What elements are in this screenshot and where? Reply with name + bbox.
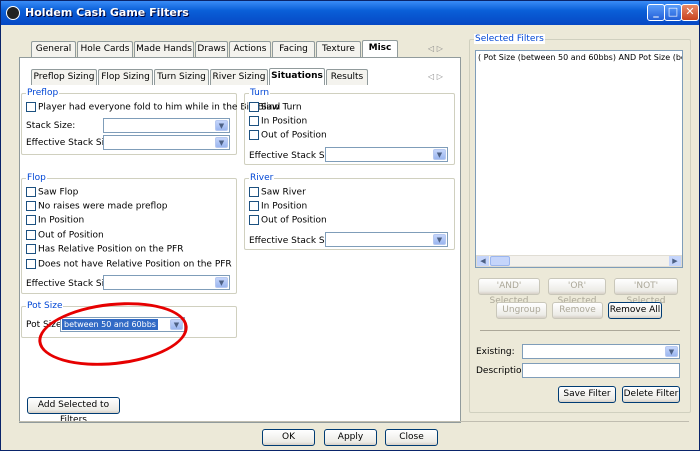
flop-eff-stack-select[interactable]: ▼ (103, 275, 230, 290)
tab-flop-sizing[interactable]: Flop Sizing (98, 69, 153, 85)
preflop-eff-stack-select[interactable]: ▼ (103, 135, 230, 150)
apply-button[interactable]: Apply (324, 429, 377, 446)
ungroup-button[interactable]: Ungroup (496, 302, 547, 319)
chevron-down-icon: ▼ (215, 137, 228, 148)
top-tab-scroll-arrows[interactable]: ◁ ▷ (428, 44, 443, 53)
tab-hole-cards[interactable]: Hole Cards (77, 41, 133, 57)
scroll-right-icon[interactable]: ▶ (669, 256, 681, 266)
selected-filters-list[interactable]: ( Pot Size (between 50 and 60bbs) AND Po… (475, 50, 683, 268)
turn-group: Turn Saw Turn In Position Out of Positio… (244, 88, 455, 165)
chevron-down-icon: ▼ (215, 120, 228, 131)
existing-label: Existing: (476, 347, 515, 357)
stack-size-label: Stack Size: (26, 121, 76, 131)
chevron-down-icon: ▼ (433, 149, 446, 160)
top-tab-strip: General Hole Cards Made Hands Draws Acti… (31, 40, 471, 57)
river-group: River Saw River In Position Out of Posit… (244, 173, 455, 250)
not-selected-button[interactable]: 'NOT' Selected (614, 278, 678, 306)
delete-filter-button[interactable]: Delete Filter (622, 386, 680, 403)
preflop-title: Preflop (26, 88, 60, 98)
pot-size-title: Pot Size (26, 301, 64, 311)
maximize-button[interactable]: □ (664, 4, 682, 21)
checkbox-everyone-fold-bb[interactable]: Player had everyone fold to him while in… (26, 102, 280, 114)
tab-preflop-sizing[interactable]: Preflop Sizing (31, 69, 97, 85)
tab-turn-sizing[interactable]: Turn Sizing (154, 69, 209, 85)
remove-all-button[interactable]: Remove All (608, 302, 662, 319)
tab-river-sizing[interactable]: River Sizing (210, 69, 268, 85)
chevron-down-icon: ▼ (433, 234, 446, 245)
close-button[interactable]: Close (385, 429, 438, 446)
tab-facing[interactable]: Facing (272, 41, 315, 57)
add-selected-to-filters-button[interactable]: Add Selected to Filters (27, 397, 120, 425)
sub-tab-strip: Preflop Sizing Flop Sizing Turn Sizing R… (31, 68, 451, 85)
checkbox-river-in-position[interactable]: In Position (249, 201, 307, 213)
tab-texture[interactable]: Texture (316, 41, 361, 57)
turn-eff-stack-select[interactable]: ▼ (325, 147, 448, 162)
selected-filter-item[interactable]: ( Pot Size (between 50 and 60bbs) AND Po… (478, 53, 682, 62)
chevron-down-icon: ▼ (215, 277, 228, 288)
checkbox-no-raises-preflop[interactable]: No raises were made preflop (26, 201, 167, 213)
close-icon: ✕ (685, 5, 695, 18)
checkbox-turn-out-of-position[interactable]: Out of Position (249, 130, 327, 142)
tab-made-hands[interactable]: Made Hands (134, 41, 194, 57)
scroll-thumb[interactable] (490, 256, 510, 266)
tab-actions[interactable]: Actions (229, 41, 271, 57)
and-selected-button[interactable]: 'AND' Selected (478, 278, 540, 306)
checkbox-flop-out-of-position[interactable]: Out of Position (26, 230, 104, 242)
tab-draws[interactable]: Draws (195, 41, 228, 57)
tab-results[interactable]: Results (326, 69, 368, 85)
sub-tab-scroll-arrows[interactable]: ◁ ▷ (428, 72, 443, 81)
save-filter-button[interactable]: Save Filter (558, 386, 616, 403)
checkbox-saw-river[interactable]: Saw River (249, 187, 306, 199)
existing-filter-select[interactable]: ▼ (522, 344, 680, 359)
footer-divider (19, 421, 689, 422)
river-eff-stack-select[interactable]: ▼ (325, 232, 448, 247)
minimize-button[interactable]: _ (647, 4, 665, 21)
horizontal-scrollbar[interactable]: ◀ ▶ (476, 255, 682, 267)
checkbox-saw-flop[interactable]: Saw Flop (26, 187, 78, 199)
checkbox-saw-turn[interactable]: Saw Turn (249, 102, 302, 114)
window-title: Holdem Cash Game Filters (25, 6, 189, 19)
remove-button[interactable]: Remove (552, 302, 603, 319)
preflop-group: Preflop Player had everyone fold to him … (21, 88, 280, 155)
minimize-icon: _ (653, 5, 659, 18)
turn-title: Turn (249, 88, 271, 98)
app-icon (6, 6, 20, 20)
or-selected-button[interactable]: 'OR' Selected (548, 278, 606, 306)
close-window-button[interactable]: ✕ (681, 4, 699, 21)
tab-misc[interactable]: Misc (362, 40, 398, 57)
river-title: River (249, 173, 275, 183)
chevron-down-icon: ▼ (665, 346, 678, 357)
selected-filters-title: Selected Filters (474, 34, 545, 44)
checkbox-flop-in-position[interactable]: In Position (26, 215, 84, 227)
title-bar[interactable]: Holdem Cash Game Filters _ □ ✕ (1, 1, 699, 25)
checkbox-no-relative-position[interactable]: Does not have Relative Position on the P… (26, 259, 232, 271)
flop-group: Flop Saw Flop No raises were made preflo… (21, 173, 237, 294)
flop-title: Flop (26, 173, 47, 183)
description-input[interactable] (522, 363, 680, 378)
ok-button[interactable]: OK (262, 429, 315, 446)
filters-window: Holdem Cash Game Filters _ □ ✕ General H… (0, 0, 700, 451)
checkbox-turn-in-position[interactable]: In Position (249, 116, 307, 128)
checkbox-river-out-of-position[interactable]: Out of Position (249, 215, 327, 227)
maximize-icon: □ (667, 5, 679, 18)
scroll-left-icon[interactable]: ◀ (477, 256, 489, 266)
tab-situations[interactable]: Situations (269, 68, 325, 85)
checkbox-has-relative-position[interactable]: Has Relative Position on the PFR (26, 244, 183, 256)
selected-filters-group: Selected Filters ( Pot Size (between 50 … (469, 34, 691, 413)
tab-general[interactable]: General (31, 41, 76, 57)
stack-size-select[interactable]: ▼ (103, 118, 230, 133)
divider (480, 330, 680, 331)
